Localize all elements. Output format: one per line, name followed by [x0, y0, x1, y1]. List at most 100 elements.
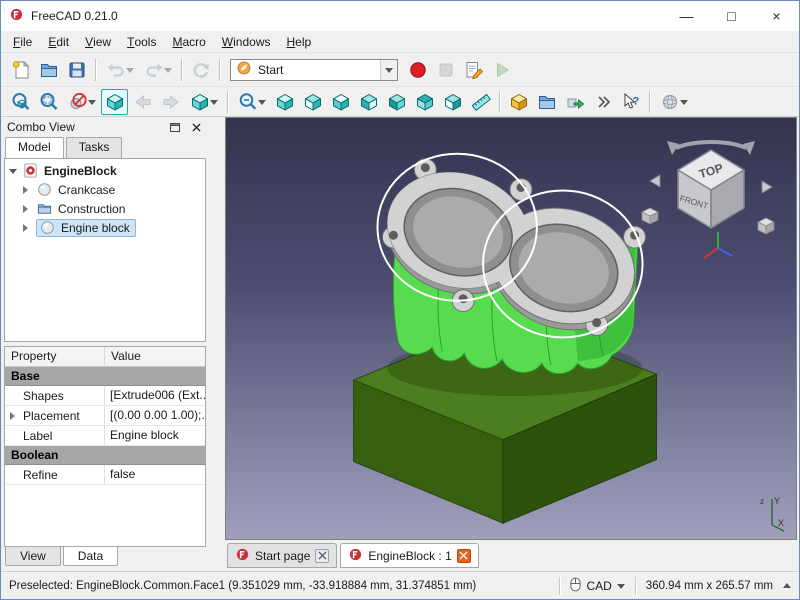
view-cube-button[interactable] — [101, 89, 128, 115]
menu-tools[interactable]: Tools — [119, 31, 164, 52]
property-row-refine[interactable]: Refinefalse — [5, 465, 205, 485]
document-tab-label: Start page — [255, 549, 310, 563]
property-name: Refine — [23, 468, 58, 482]
macro-edit-button[interactable] — [460, 57, 487, 83]
tree-item-construction[interactable]: Construction — [5, 199, 205, 218]
mouse-icon — [570, 577, 581, 595]
property-name: Placement — [23, 409, 80, 423]
freecad-icon — [235, 547, 250, 562]
float-panel-icon[interactable] — [168, 120, 182, 134]
menu-view[interactable]: View — [77, 31, 119, 52]
view-front-button[interactable] — [299, 89, 326, 115]
property-value: Engine block — [105, 426, 205, 445]
view-isometric-button[interactable] — [185, 89, 222, 115]
statusbar-expand-icon[interactable] — [783, 579, 791, 588]
expander-icon[interactable] — [7, 412, 23, 420]
expander-icon[interactable] — [21, 186, 33, 194]
nav-forward-button[interactable] — [157, 89, 184, 115]
combo-view-title: Combo View — [7, 120, 75, 134]
draw-style-button[interactable] — [63, 89, 100, 115]
menu-windows[interactable]: Windows — [214, 31, 279, 52]
tab-view[interactable]: View — [5, 547, 61, 566]
tree-item-crankcase[interactable]: Crankcase — [5, 180, 205, 199]
pan-right-arrow-icon[interactable] — [762, 181, 772, 193]
view-axonometric-button[interactable] — [271, 89, 298, 115]
nav-cube-body[interactable] — [678, 150, 744, 228]
open-document-button[interactable] — [35, 57, 62, 83]
expander-icon[interactable] — [7, 164, 19, 178]
navigation-style-selector[interactable]: CAD — [570, 577, 624, 595]
dropdown-arrow-icon — [258, 100, 266, 109]
macro-record-button[interactable] — [404, 57, 431, 83]
property-row-label[interactable]: LabelEngine block — [5, 426, 205, 446]
navigation-style-icon — [660, 92, 680, 112]
mdi-area: TOP FRONT — [209, 117, 799, 571]
tree-item-engineblock[interactable]: EngineBlock — [5, 161, 205, 180]
create-part-icon — [509, 92, 529, 112]
toolbar-view: ? — [1, 87, 799, 117]
part-icon — [37, 182, 52, 197]
navigation-cube[interactable]: TOP FRONT — [636, 124, 786, 272]
menu-macro[interactable]: Macro — [164, 31, 213, 52]
tab-tasks[interactable]: Tasks — [66, 137, 123, 158]
expander-icon[interactable] — [21, 224, 33, 232]
make-link-button[interactable] — [561, 89, 588, 115]
view-bottom-button[interactable] — [411, 89, 438, 115]
minimize-button[interactable]: — — [664, 1, 709, 31]
nav-back-icon — [133, 92, 153, 112]
zoom-button[interactable] — [233, 89, 270, 115]
combo-view-tabs: ModelTasks — [4, 137, 206, 158]
corner-cube-left-icon[interactable] — [642, 208, 658, 224]
property-editor: PropertyValue BaseShapes[Extrude006 (Ext… — [4, 346, 206, 547]
save-document-button[interactable] — [63, 57, 90, 83]
whats-this-button[interactable]: ? — [617, 89, 644, 115]
tab-model[interactable]: Model — [5, 137, 64, 158]
create-group-button[interactable] — [533, 89, 560, 115]
view-rear-button[interactable] — [383, 89, 410, 115]
rotate-arc-icon[interactable] — [676, 142, 746, 148]
property-table-header: PropertyValue — [5, 347, 205, 367]
workbench-selector[interactable]: Start — [230, 59, 398, 81]
menu-edit[interactable]: Edit — [40, 31, 77, 52]
freecad-window: FreeCAD 0.21.0 — □ × FileEditViewToolsMa… — [0, 0, 800, 600]
menu-help[interactable]: Help — [278, 31, 319, 52]
undo-button[interactable] — [101, 57, 138, 83]
document-tab-engineblock-1[interactable]: EngineBlock : 1 — [340, 543, 478, 568]
view-fit-selection-button[interactable] — [35, 89, 62, 115]
new-document-button[interactable] — [7, 57, 34, 83]
overflow-button[interactable] — [589, 89, 616, 115]
view-top-button[interactable] — [327, 89, 354, 115]
tab-close-icon[interactable] — [315, 549, 329, 563]
main-area: Combo View ModelTasks EngineBlockCrankca… — [1, 117, 799, 571]
close-button[interactable]: × — [754, 1, 799, 31]
macro-stop-button[interactable] — [432, 57, 459, 83]
maximize-button[interactable]: □ — [709, 1, 754, 31]
nav-back-button[interactable] — [129, 89, 156, 115]
pan-left-arrow-icon[interactable] — [650, 175, 660, 187]
navigation-style-button[interactable] — [655, 89, 692, 115]
expander-icon[interactable] — [21, 205, 33, 213]
corner-cube-right-icon[interactable] — [758, 218, 774, 234]
dropdown-arrow-icon — [126, 68, 134, 77]
refresh-button[interactable] — [187, 57, 214, 83]
tab-close-icon[interactable] — [457, 549, 471, 563]
3d-viewport[interactable]: TOP FRONT — [225, 117, 797, 540]
freecad-logo-icon — [9, 7, 24, 25]
menu-file[interactable]: File — [5, 31, 40, 52]
redo-button[interactable] — [139, 57, 176, 83]
measure-distance-button[interactable] — [467, 89, 494, 115]
view-fit-all-button[interactable] — [7, 89, 34, 115]
tree-item-engine-block[interactable]: Engine block — [5, 218, 205, 237]
titlebar[interactable]: FreeCAD 0.21.0 — □ × — [1, 1, 799, 31]
view-left-button[interactable] — [439, 89, 466, 115]
property-row-shapes[interactable]: Shapes[Extrude006 (Ext... — [5, 386, 205, 406]
view-right-button[interactable] — [355, 89, 382, 115]
macro-stop-icon — [436, 60, 456, 80]
close-panel-icon[interactable] — [189, 120, 203, 134]
tab-data[interactable]: Data — [63, 547, 118, 566]
create-part-button[interactable] — [505, 89, 532, 115]
macro-play-button[interactable] — [488, 57, 515, 83]
view-dimensions: 360.94 mm x 265.57 mm — [646, 580, 773, 592]
document-tab-start-page[interactable]: Start page — [227, 543, 337, 568]
property-row-placement[interactable]: Placement[(0.00 0.00 1.00);... — [5, 406, 205, 426]
